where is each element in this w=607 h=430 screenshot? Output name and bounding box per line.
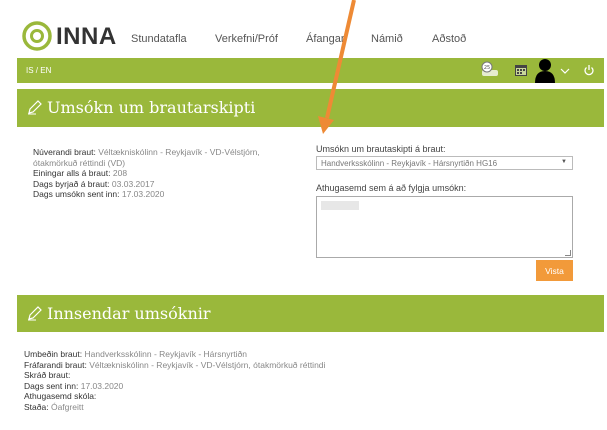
top-strip: IS / EN 25 xyxy=(17,58,604,83)
dropdown-arrow-icon: ▼ xyxy=(561,159,567,165)
info-row: Einingar alls á braut: 208 xyxy=(33,168,128,178)
info-row-cont: ótakmörkuð réttindi (VD) xyxy=(33,157,126,168)
chevron-down-icon[interactable] xyxy=(560,67,570,75)
power-icon[interactable] xyxy=(583,64,595,76)
redacted-text xyxy=(321,201,359,210)
pencil-icon xyxy=(28,306,42,321)
submitted-panel-header: Innsendar umsóknir xyxy=(17,295,604,332)
current-program-info: Núverandi braut: Véltækniskólinn - Reykj… xyxy=(33,147,293,200)
user-icon[interactable] xyxy=(534,57,556,83)
info-row: Fráfarandi braut: Véltækniskólinn - Reyk… xyxy=(24,359,326,370)
pencil-icon xyxy=(28,100,42,115)
info-row: Núverandi braut: Véltækniskólinn - Reykj… xyxy=(33,147,260,157)
info-row: Staða: Óafgreitt xyxy=(24,401,84,412)
nav-adstod[interactable]: Aðstoð xyxy=(432,33,466,45)
top-header: INNA Stundatafla Verkefni/Próf Áfangar N… xyxy=(0,0,607,58)
application-title: Umsókn um brautarskipti xyxy=(47,98,256,117)
info-row: Dags sent inn: 17.03.2020 xyxy=(24,380,124,391)
select-label: Umsókn um brautaskipti á braut: xyxy=(316,144,446,154)
program-select[interactable]: Handverksskólinn - Reykjavík - Hársnyrti… xyxy=(316,156,573,170)
info-row: Dags byrjað á braut: 03.03.2017 xyxy=(33,178,155,189)
nav-stundatafla[interactable]: Stundatafla xyxy=(131,33,187,45)
info-row: Athugasemd skóla: xyxy=(24,391,97,401)
program-select-value: Handverksskólinn - Reykjavík - Hársnyrti… xyxy=(321,159,498,168)
svg-text:25: 25 xyxy=(484,65,490,71)
info-row: Skráð braut: xyxy=(24,370,71,380)
application-panel-header: Umsókn um brautarskipti xyxy=(17,89,604,127)
comment-textarea[interactable] xyxy=(316,196,573,258)
logo-text[interactable]: INNA xyxy=(56,23,117,51)
inna-logo-icon[interactable] xyxy=(22,21,52,51)
info-row: Umbeðin braut: Handverksskólinn - Reykja… xyxy=(24,349,247,359)
comment-label: Athugasemd sem á að fylgja umsókn: xyxy=(316,183,467,193)
nav-afangar[interactable]: Áfangar xyxy=(306,33,345,45)
calendar-icon[interactable] xyxy=(514,63,528,77)
submitted-application-info: Umbeðin braut: Handverksskólinn - Reykja… xyxy=(24,349,584,412)
nav-namid[interactable]: Námið xyxy=(371,33,403,45)
resize-handle-icon[interactable] xyxy=(565,250,571,256)
save-button[interactable]: Vista xyxy=(536,260,573,281)
info-row: Dags umsókn sent inn: 17.03.2020 xyxy=(33,189,165,199)
language-switch[interactable]: IS / EN xyxy=(26,66,51,75)
submitted-title: Innsendar umsóknir xyxy=(47,304,211,323)
notification-icon[interactable]: 25 xyxy=(480,60,500,80)
nav-verkefni-prof[interactable]: Verkefni/Próf xyxy=(215,33,278,45)
